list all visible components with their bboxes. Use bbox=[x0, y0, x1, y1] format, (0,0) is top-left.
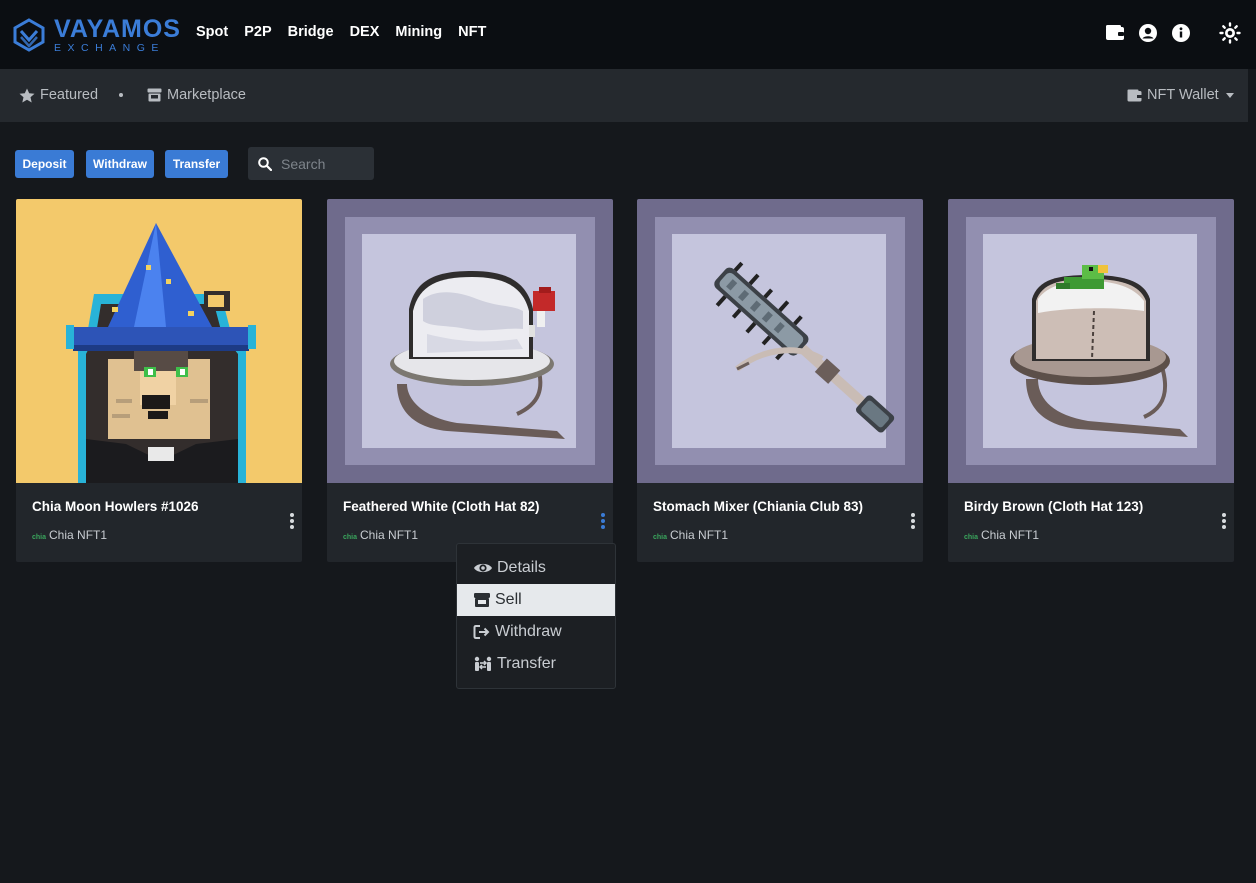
nft-card[interactable]: Birdy Brown (Cloth Hat 123) chia Chia NF… bbox=[948, 199, 1234, 562]
more-options-icon[interactable] bbox=[600, 513, 606, 529]
top-icon-bar bbox=[1094, 21, 1242, 45]
store-icon bbox=[474, 593, 490, 607]
transfer-button[interactable]: Transfer bbox=[165, 150, 228, 178]
eye-icon bbox=[474, 563, 492, 573]
store-icon bbox=[147, 88, 162, 102]
search-box bbox=[248, 147, 374, 180]
collection-name: Chia NFT1 bbox=[981, 528, 1040, 542]
menu-item-label: Sell bbox=[495, 591, 522, 608]
collection-name: Chia NFT1 bbox=[670, 528, 729, 542]
logo-hexagon-icon bbox=[13, 18, 45, 52]
subnav-featured-label: Featured bbox=[40, 87, 99, 103]
nft-context-menu: Details Sell Withdraw Transfer bbox=[456, 543, 616, 689]
collection-name: Chia NFT1 bbox=[360, 528, 419, 542]
nft-title[interactable]: Stomach Mixer (Chiania Club 83) bbox=[653, 499, 863, 514]
more-options-icon[interactable] bbox=[289, 513, 295, 529]
sun-icon[interactable] bbox=[1218, 21, 1242, 45]
nft-wallet-label: NFT Wallet bbox=[1147, 87, 1219, 103]
star-icon bbox=[19, 88, 35, 102]
wallet-icon[interactable] bbox=[1103, 21, 1127, 45]
search-input[interactable] bbox=[281, 155, 366, 172]
nav-p2p[interactable]: P2P bbox=[244, 24, 271, 40]
sign-out-icon bbox=[473, 625, 490, 639]
nav-spot[interactable]: Spot bbox=[196, 24, 228, 40]
wallet-icon bbox=[1127, 89, 1142, 101]
info-circle-icon[interactable] bbox=[1169, 21, 1193, 45]
deposit-button[interactable]: Deposit bbox=[15, 150, 74, 178]
nft-image[interactable] bbox=[16, 199, 302, 483]
people-transfer-icon bbox=[474, 656, 492, 671]
menu-item-label: Details bbox=[497, 559, 546, 576]
nft-card[interactable]: Feathered White (Cloth Hat 82) chia Chia… bbox=[327, 199, 613, 562]
subnav-marketplace-label: Marketplace bbox=[167, 87, 246, 103]
chia-badge: chia bbox=[653, 534, 668, 541]
nft-title[interactable]: Feathered White (Cloth Hat 82) bbox=[343, 499, 540, 514]
menu-item-transfer[interactable]: Transfer bbox=[457, 648, 615, 680]
chevron-down-icon bbox=[1225, 92, 1234, 98]
more-options-icon[interactable] bbox=[910, 513, 916, 529]
menu-item-details[interactable]: Details bbox=[457, 552, 615, 584]
brand-logo[interactable]: VAYAMOS EXCHANGE bbox=[12, 17, 181, 54]
nav-nft[interactable]: NFT bbox=[458, 24, 486, 40]
withdraw-button[interactable]: Withdraw bbox=[86, 150, 154, 178]
chia-badge: chia bbox=[343, 534, 358, 541]
subnav-featured[interactable]: Featured bbox=[19, 87, 98, 103]
subnav-separator bbox=[119, 93, 123, 97]
nft-collection: chia Chia NFT1 bbox=[32, 528, 107, 542]
main-menu: Spot P2P Bridge DEX Mining NFT bbox=[196, 24, 502, 40]
nft-image[interactable] bbox=[948, 199, 1234, 483]
menu-item-withdraw[interactable]: Withdraw bbox=[457, 616, 615, 648]
user-circle-icon[interactable] bbox=[1136, 21, 1160, 45]
nft-wallet-dropdown[interactable]: NFT Wallet bbox=[1127, 87, 1234, 103]
nav-dex[interactable]: DEX bbox=[350, 24, 380, 40]
nft-collection: chia Chia NFT1 bbox=[964, 528, 1039, 542]
nft-collection: chia Chia NFT1 bbox=[653, 528, 728, 542]
chia-badge: chia bbox=[32, 534, 47, 541]
nft-card[interactable]: Stomach Mixer (Chiania Club 83) chia Chi… bbox=[637, 199, 923, 562]
nav-mining[interactable]: Mining bbox=[395, 24, 442, 40]
menu-item-sell[interactable]: Sell bbox=[457, 584, 615, 616]
search-icon bbox=[258, 156, 272, 171]
page-scrollbar-gutter bbox=[1248, 69, 1256, 883]
nft-title[interactable]: Birdy Brown (Cloth Hat 123) bbox=[964, 499, 1143, 514]
menu-item-label: Withdraw bbox=[495, 623, 562, 640]
subnav-marketplace[interactable]: Marketplace bbox=[147, 87, 246, 103]
collection-name: Chia NFT1 bbox=[49, 528, 108, 542]
top-navbar: VAYAMOS EXCHANGE Spot P2P Bridge DEX Min… bbox=[0, 0, 1256, 69]
nft-image[interactable] bbox=[327, 199, 613, 483]
more-options-icon[interactable] bbox=[1221, 513, 1227, 529]
nft-card[interactable]: Chia Moon Howlers #1026 chia Chia NFT1 bbox=[16, 199, 302, 562]
nft-collection: chia Chia NFT1 bbox=[343, 528, 418, 542]
nft-title[interactable]: Chia Moon Howlers #1026 bbox=[32, 499, 199, 514]
chia-badge: chia bbox=[964, 534, 979, 541]
nav-bridge[interactable]: Bridge bbox=[288, 24, 334, 40]
brand-name: VAYAMOS bbox=[54, 15, 181, 43]
brand-tagline: EXCHANGE bbox=[54, 42, 165, 54]
menu-item-label: Transfer bbox=[497, 655, 556, 672]
nft-image[interactable] bbox=[637, 199, 923, 483]
